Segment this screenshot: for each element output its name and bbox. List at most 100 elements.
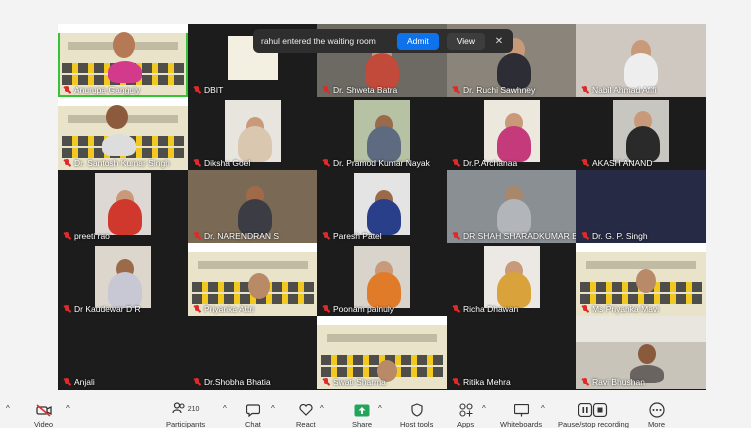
- apps-button[interactable]: Apps: [457, 402, 474, 428]
- participant-name: Ms Priyanka Mavi: [581, 304, 659, 314]
- participant-tile[interactable]: Poonam painuly: [317, 243, 447, 316]
- mic-muted-icon: [193, 305, 201, 313]
- meeting-toolbar: ^ Video ^ 210 Participants ^ Chat ^ Reac…: [0, 398, 751, 428]
- participant-tile[interactable]: Richa Dhawan: [447, 243, 577, 316]
- mic-muted-icon: [63, 232, 71, 240]
- mic-muted-icon: [63, 159, 71, 167]
- mic-muted-icon: [63, 305, 71, 313]
- participant-tile[interactable]: Priyanka Attri: [188, 243, 318, 316]
- mic-muted-icon: [452, 305, 460, 313]
- participant-tile[interactable]: preeti rao: [58, 170, 188, 243]
- participant-name: Dr. G. P. Singh: [581, 231, 648, 241]
- mic-muted-icon: [322, 305, 330, 313]
- participant-name: Dr. Santosh Kumar Singh: [63, 158, 170, 168]
- participant-tile[interactable]: Dr Kaudewar D R: [58, 243, 188, 316]
- mic-muted-icon: [322, 378, 330, 386]
- chevron-up-icon[interactable]: ^: [223, 404, 227, 413]
- share-button[interactable]: Share: [352, 402, 372, 428]
- participant-tile[interactable]: Dr.P.Archanaa: [447, 97, 577, 170]
- mic-muted-icon: [452, 378, 460, 386]
- chevron-up-icon[interactable]: ^: [482, 404, 486, 413]
- video-off-icon: [35, 402, 52, 418]
- chevron-up-icon[interactable]: ^: [541, 404, 545, 413]
- mic-muted-icon: [452, 86, 460, 94]
- chevron-up-icon[interactable]: ^: [66, 404, 70, 413]
- participant-tile[interactable]: Nabil Ahmad Afifi: [576, 24, 706, 97]
- participant-tile[interactable]: Ritika Mehra: [447, 316, 577, 389]
- participant-name: Richa Dhawan: [452, 304, 518, 314]
- participant-tile[interactable]: Dr. G. P. Singh: [576, 170, 706, 243]
- participants-button[interactable]: 210 Participants: [166, 402, 205, 428]
- chevron-up-icon[interactable]: ^: [378, 404, 382, 413]
- participant-name: Paresh Patel: [322, 231, 382, 241]
- shield-icon: [411, 402, 423, 418]
- participant-tile[interactable]: Anjali: [58, 316, 188, 389]
- participants-count: 210: [187, 406, 200, 413]
- whiteboard-icon: [513, 402, 529, 418]
- mic-muted-icon: [193, 232, 201, 240]
- chat-icon: [245, 402, 260, 418]
- mic-muted-icon: [581, 378, 589, 386]
- share-screen-icon: [354, 402, 370, 418]
- video-button[interactable]: Video: [34, 402, 53, 428]
- heart-icon: [299, 402, 313, 418]
- participant-tile[interactable]: DR SHAH SHARADKUMAR BA...: [447, 170, 577, 243]
- participant-tile[interactable]: Ms Priyanka Mavi: [576, 243, 706, 316]
- participant-tile[interactable]: Ravi Bhushan: [576, 316, 706, 389]
- react-button[interactable]: React: [296, 402, 316, 428]
- mic-muted-icon: [322, 86, 330, 94]
- participant-name: Ravi Bhushan: [581, 377, 645, 387]
- participant-name: Dr.Shobha Bhatia: [193, 377, 271, 387]
- participant-name: Diksha Goel: [193, 158, 250, 168]
- participant-tile[interactable]: Anurupa Ganguly: [58, 24, 188, 97]
- participant-name: Anurupa Ganguly: [63, 85, 140, 95]
- mic-muted-icon: [581, 232, 589, 240]
- close-icon[interactable]: ✕: [493, 36, 505, 47]
- participant-name: Nabil Ahmad Afifi: [581, 85, 656, 95]
- more-button[interactable]: More: [648, 402, 665, 428]
- participant-name: Priyanka Attri: [193, 304, 254, 314]
- whiteboards-button[interactable]: Whiteboards: [500, 402, 542, 428]
- admit-button[interactable]: Admit: [396, 32, 439, 50]
- participant-tile[interactable]: Dr. Santosh Kumar Singh: [58, 97, 188, 170]
- participant-tile[interactable]: AKASH ANAND: [576, 97, 706, 170]
- participant-tile[interactable]: Dr. Pramod Kumar Nayak: [317, 97, 447, 170]
- participant-name: Poonam painuly: [322, 304, 394, 314]
- participant-name: DR SHAH SHARADKUMAR BA...: [452, 231, 577, 241]
- mic-muted-icon: [452, 159, 460, 167]
- chat-button[interactable]: Chat: [245, 402, 261, 428]
- mic-muted-icon: [452, 232, 460, 240]
- participant-name: Anjali: [63, 377, 95, 387]
- pause-stop-recording-button[interactable]: Pause/stop recording: [558, 402, 629, 428]
- participant-name: Ritika Mehra: [452, 377, 511, 387]
- chevron-up-icon[interactable]: ^: [6, 404, 10, 413]
- mic-muted-icon: [193, 378, 201, 386]
- participant-name: Dr. Ruchi Sawhney: [452, 85, 535, 95]
- participant-tile[interactable]: Diksha Goel: [188, 97, 318, 170]
- host-tools-button[interactable]: Host tools: [400, 402, 433, 428]
- video-gallery: Anurupa Ganguly DBIT Dr. Shweta Batra Dr…: [58, 24, 706, 390]
- participant-name: DBIT: [193, 85, 223, 95]
- more-icon: [648, 402, 665, 418]
- participant-name: Dr.P.Archanaa: [452, 158, 517, 168]
- participant-name: Dr Kaudewar D R: [63, 304, 141, 314]
- apps-icon: [458, 402, 473, 418]
- participant-tile[interactable]: Dr. NARENDRAN S: [188, 170, 318, 243]
- participant-name: Dr. Pramod Kumar Nayak: [322, 158, 430, 168]
- view-button[interactable]: View: [446, 32, 485, 50]
- chevron-up-icon[interactable]: ^: [271, 404, 275, 413]
- mic-muted-icon: [322, 232, 330, 240]
- waiting-room-message: rahul entered the waiting room: [261, 36, 376, 46]
- mic-muted-icon: [193, 159, 201, 167]
- record-control-icon: [578, 402, 608, 418]
- mic-muted-icon: [193, 86, 201, 94]
- chevron-up-icon[interactable]: ^: [320, 404, 324, 413]
- participant-tile[interactable]: Swati Sharma: [317, 316, 447, 389]
- mic-muted-icon: [63, 378, 71, 386]
- mic-muted-icon: [322, 159, 330, 167]
- participant-tile[interactable]: Dr.Shobha Bhatia: [188, 316, 318, 389]
- mic-muted-icon: [63, 86, 71, 94]
- participant-tile[interactable]: Paresh Patel: [317, 170, 447, 243]
- waiting-room-notification: rahul entered the waiting room Admit Vie…: [253, 29, 513, 53]
- participant-name: AKASH ANAND: [581, 158, 652, 168]
